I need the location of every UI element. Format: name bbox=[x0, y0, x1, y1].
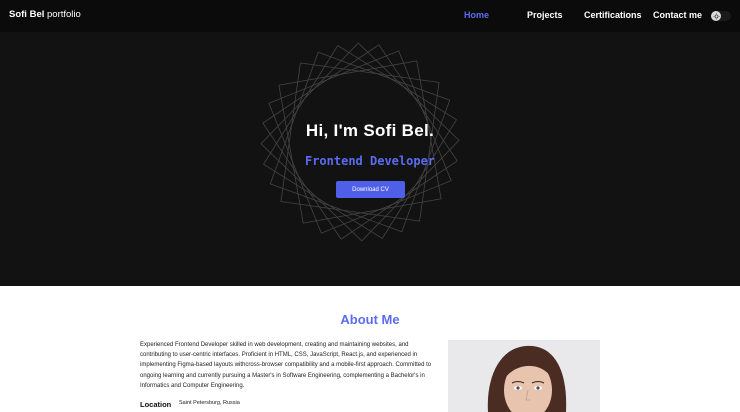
site-header: Sofi Bel portfolio Home Projects Certifi… bbox=[0, 0, 740, 32]
site-logo[interactable]: Sofi Bel portfolio bbox=[9, 9, 81, 20]
nav-certifications[interactable]: Certifications bbox=[584, 10, 642, 20]
hero-role: Frontend Developer bbox=[304, 154, 436, 168]
about-title: About Me bbox=[340, 312, 400, 327]
nav-home[interactable]: Home bbox=[464, 10, 489, 20]
theme-toggle[interactable] bbox=[711, 11, 731, 21]
nav-projects[interactable]: Projects bbox=[527, 10, 563, 20]
hero-section: Hi, I'm Sofi Bel. Frontend Developer Dow… bbox=[0, 32, 740, 286]
nav-contact[interactable]: Contact me bbox=[653, 10, 702, 20]
download-cv-button[interactable]: Download CV bbox=[336, 181, 405, 198]
about-description: Experienced Frontend Developer skilled i… bbox=[140, 342, 432, 389]
profile-photo bbox=[448, 340, 600, 412]
location-label: Location bbox=[140, 400, 172, 409]
logo-subtitle: portfolio bbox=[47, 9, 81, 20]
sun-icon bbox=[711, 11, 721, 21]
hero-title: Hi, I'm Sofi Bel. bbox=[305, 121, 435, 140]
location-value: Saint Petersburg, Russia bbox=[179, 400, 240, 406]
logo-name: Sofi Bel bbox=[9, 9, 45, 20]
